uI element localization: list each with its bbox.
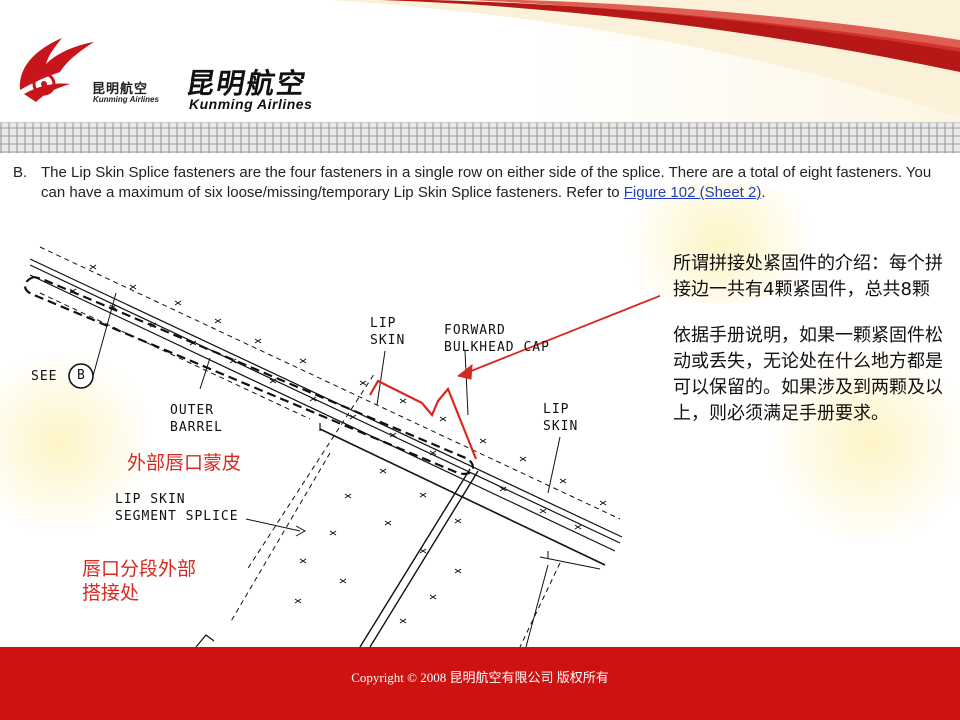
lip-skin-label-left: LIP SKIN <box>370 316 406 348</box>
see-label: SEE <box>31 369 58 384</box>
copyright-text: Copyright © 2008 昆明航空有限公司 版权所有 <box>351 670 609 685</box>
header-bar: 昆明航空 Kunming Airlines 昆明航空 Kunming Airli… <box>0 0 960 122</box>
segment-outer-splice-annotation: 唇口分段外部 搭接处 <box>82 558 197 604</box>
logo-small-english: Kunming Airlines <box>93 95 159 104</box>
outer-barrel-label: OUTER BARREL <box>170 403 223 435</box>
partial-arrow-icon <box>195 634 215 647</box>
forward-bulkhead-cap-label: FORWARD BULKHEAD CAP <box>444 323 550 355</box>
explanation-note: 所谓拼接处紧固件的介绍：每个拼接边一共有4颗紧固件，总共8颗 依据手册说明，如果… <box>673 251 943 427</box>
lip-skin-label-right: LIP SKIN <box>543 402 579 434</box>
note-paragraph-1: 所谓拼接处紧固件的介绍：每个拼接边一共有4颗紧固件，总共8颗 <box>673 253 943 300</box>
kunming-airlines-logo-icon <box>19 38 94 102</box>
decorative-pattern-band <box>0 122 960 154</box>
slide-content: B. The Lip Skin Splice fasteners are the… <box>0 153 960 647</box>
note-paragraph-2: 依据手册说明，如果一颗紧固件松动或丢失，无论处在什么地方都是可以保留的。如果涉及… <box>673 325 943 424</box>
lip-skin-segment-splice-label: LIP SKIN SEGMENT SPLICE <box>115 492 239 524</box>
logo-big-english: Kunming Airlines <box>189 96 313 112</box>
outer-lip-skin-annotation: 外部唇口蒙皮 <box>127 452 242 474</box>
see-b-letter: B <box>77 368 86 383</box>
manual-body-end: . <box>761 184 766 201</box>
footer-bar: Copyright © 2008 昆明航空有限公司 版权所有 <box>0 647 960 720</box>
red-bracket-icon <box>369 379 478 460</box>
